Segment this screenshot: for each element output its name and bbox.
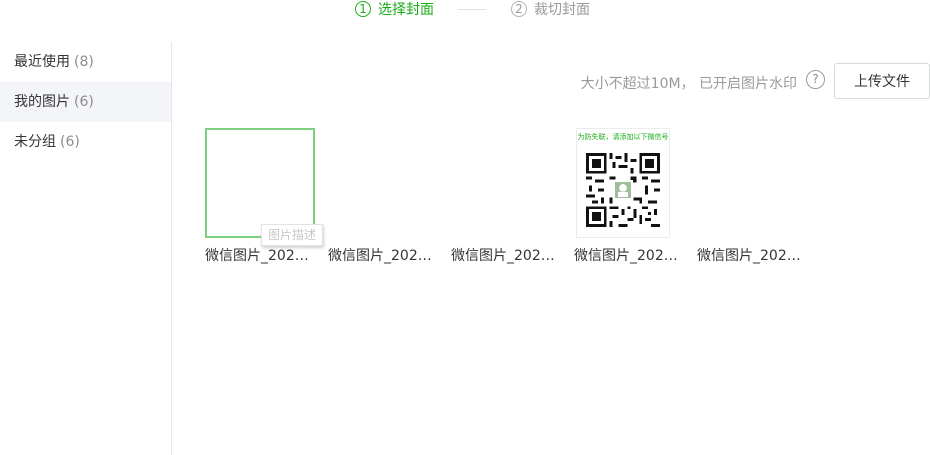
- help-icon[interactable]: ?: [806, 70, 825, 89]
- image-tile[interactable]: 微信图片_2020...: [328, 128, 438, 265]
- image-tile[interactable]: 微信图片_2020...: [697, 128, 807, 265]
- step-connector: [458, 9, 486, 10]
- qr-code-image: 为防失联，请添加以下微信号: [576, 128, 670, 238]
- sidebar-item-count: (8): [74, 54, 94, 70]
- sidebar-item-label: 我的图片: [14, 94, 70, 110]
- image-name: 微信图片_2020...: [574, 248, 684, 264]
- sidebar-item-count: (6): [60, 134, 80, 150]
- step-number-2: 2: [511, 1, 527, 17]
- step-number-1: 1: [355, 1, 371, 17]
- qr-code-icon: [586, 153, 660, 227]
- upload-hint: 大小不超过10M， 已开启图片水印: [580, 76, 797, 92]
- sidebar-item-count: (6): [74, 94, 94, 110]
- image-thumbnail[interactable]: [451, 128, 561, 238]
- image-thumbnail[interactable]: [697, 128, 807, 238]
- upload-file-button[interactable]: 上传文件: [834, 63, 930, 99]
- image-name: 微信图片_2020...: [451, 248, 561, 264]
- sidebar-item-my-images[interactable]: 我的图片 (6): [0, 82, 171, 122]
- image-name: 微信图片_2020...: [328, 248, 438, 264]
- group-sidebar: 最近使用 (8) 我的图片 (6) 未分组 (6): [0, 42, 172, 455]
- step-indicator: 1 选择封面 2 裁切封面: [0, 0, 930, 20]
- image-name: 微信图片_2020...: [205, 248, 315, 264]
- sidebar-item-label: 未分组: [14, 134, 56, 150]
- step-crop-cover: 2 裁切封面: [511, 0, 590, 18]
- sidebar-item-ungrouped[interactable]: 未分组 (6): [0, 122, 171, 162]
- image-thumbnail[interactable]: 为防失联，请添加以下微信号: [574, 128, 684, 238]
- sidebar-item-label: 最近使用: [14, 54, 70, 70]
- image-tile[interactable]: 为防失联，请添加以下微信号 微信图片_2020...: [574, 128, 684, 265]
- step-label-2: 裁切封面: [534, 2, 590, 18]
- sidebar-item-recent[interactable]: 最近使用 (8): [0, 42, 171, 82]
- image-tile[interactable]: 图片描述 微信图片_2020...: [205, 128, 324, 265]
- qr-caption: 为防失联，请添加以下微信号: [577, 133, 669, 141]
- image-name: 微信图片_2020...: [697, 248, 807, 264]
- step-label-1: 选择封面: [378, 2, 434, 18]
- image-thumbnail[interactable]: [328, 128, 438, 238]
- image-tooltip: 图片描述: [261, 224, 324, 246]
- image-thumbnail[interactable]: [205, 128, 315, 238]
- image-tile[interactable]: 微信图片_2020...: [451, 128, 561, 265]
- step-select-cover: 1 选择封面: [355, 0, 434, 18]
